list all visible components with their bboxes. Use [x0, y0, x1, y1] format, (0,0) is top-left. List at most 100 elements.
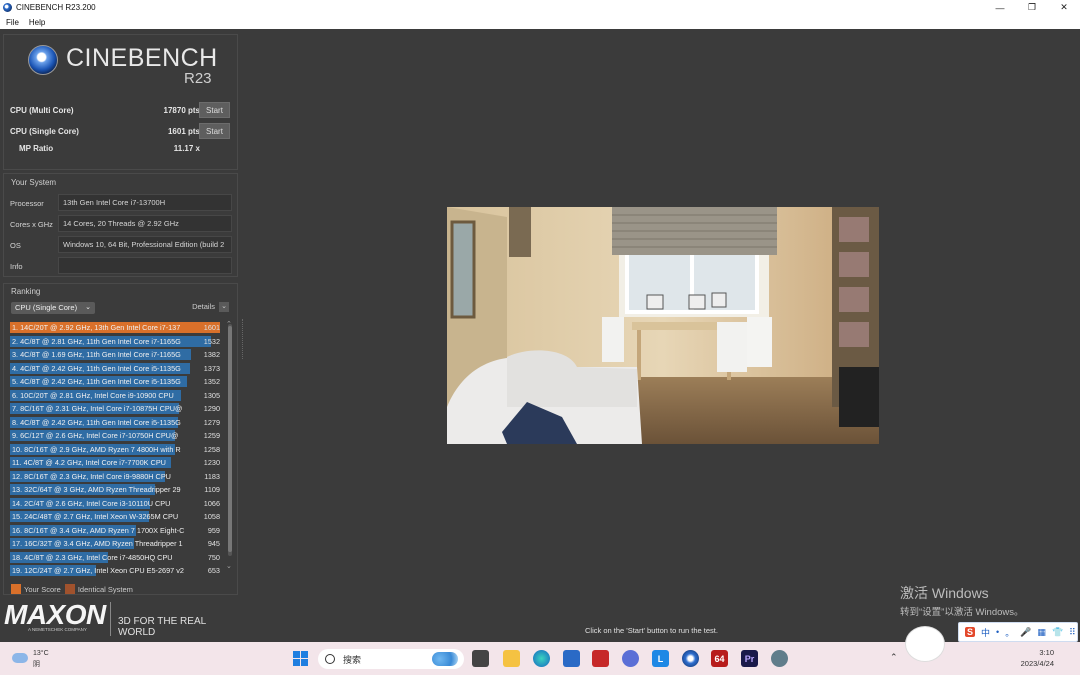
info-field[interactable] [58, 257, 232, 274]
tray-time[interactable]: 3:10 [1039, 648, 1054, 657]
multi-core-label: CPU (Multi Core) [10, 105, 74, 115]
ranking-label: 11. 4C/8T @ 4.2 GHz, Intel Core i7-7700K… [12, 458, 166, 467]
ranking-type-select[interactable]: CPU (Single Core) ⌄ [11, 302, 95, 314]
mp-ratio-row: MP Ratio 11.17 x [10, 139, 236, 157]
ranking-row[interactable]: 12. 8C/16T @ 2.3 GHz, Intel Core i9-9880… [10, 470, 224, 484]
cinebench-taskbar-icon[interactable] [682, 650, 699, 667]
ranking-row[interactable]: 16. 8C/16T @ 3.4 GHz, AMD Ryzen 7 1700X … [10, 524, 224, 538]
tray-date[interactable]: 2023/4/24 [1021, 659, 1054, 668]
close-button[interactable]: ✕ [1048, 0, 1080, 15]
ranking-row[interactable]: 1. 14C/20T @ 2.92 GHz, 13th Gen Intel Co… [10, 321, 224, 335]
ranking-score: 1601 [203, 323, 220, 332]
multi-core-start-button[interactable]: Start [199, 102, 230, 118]
menu-file[interactable]: File [6, 18, 19, 27]
os-field[interactable]: Windows 10, 64 Bit, Professional Edition… [58, 236, 232, 253]
ranking-score: 750 [207, 552, 220, 562]
legend-your-score: Your Score [24, 584, 61, 594]
ranking-row[interactable]: 8. 4C/8T @ 2.42 GHz, 11th Gen Intel Core… [10, 416, 224, 430]
system-row-info: Info [4, 257, 239, 275]
arc-app-icon[interactable] [622, 650, 639, 667]
ranking-select-value: CPU (Single Core) [15, 303, 78, 312]
ranking-row[interactable]: 3. 4C/8T @ 1.69 GHz, 11th Gen Intel Core… [10, 348, 224, 362]
sogou-icon[interactable]: S [965, 627, 976, 637]
aida64-icon[interactable]: 64 [711, 650, 728, 667]
ranking-row[interactable]: 10. 8C/16T @ 2.9 GHz, AMD Ryzen 7 4800H … [10, 443, 224, 457]
ranking-row[interactable]: 17. 16C/32T @ 3.4 GHz, AMD Ryzen Threadr… [10, 537, 224, 551]
ranking-label: 4. 4C/8T @ 2.42 GHz, 11th Gen Intel Core… [12, 363, 181, 373]
ranking-score: 1259 [203, 431, 220, 440]
ranking-label: 18. 4C/8T @ 2.3 GHz, Intel Core i7-4850H… [12, 552, 173, 562]
menu-bar: File Help [0, 15, 1080, 29]
grid-icon[interactable]: ⠿ [1069, 627, 1076, 638]
system-row-processor: Processor 13th Gen Intel Core i7-13700H [4, 194, 239, 212]
watermark-sticker [905, 626, 945, 662]
scrollbar-thumb[interactable] [228, 326, 232, 552]
keyboard-icon[interactable]: ▦ [1037, 627, 1046, 638]
ranking-row[interactable]: 7. 8C/16T @ 2.31 GHz, Intel Core i7-1087… [10, 402, 224, 416]
ime-chinese-mode[interactable]: 中 [981, 626, 990, 639]
ranking-row[interactable]: 11. 4C/8T @ 4.2 GHz, Intel Core i7-7700K… [10, 456, 224, 470]
chevron-up-icon[interactable]: ⌃ [890, 652, 898, 663]
ranking-label: 5. 4C/8T @ 2.42 GHz, 11th Gen Intel Core… [12, 377, 181, 386]
weather-condition: 阴 [33, 661, 40, 668]
menu-help[interactable]: Help [29, 18, 45, 27]
cores-field[interactable]: 14 Cores, 20 Threads @ 2.92 GHz [58, 215, 232, 232]
store-icon[interactable] [563, 650, 580, 667]
ranking-list: 1. 14C/20T @ 2.92 GHz, 13th Gen Intel Co… [10, 321, 224, 578]
details-toggle[interactable]: Details ⌄ [192, 302, 229, 313]
ranking-label: 19. 12C/24T @ 2.7 GHz, Intel Xeon CPU E5… [12, 566, 184, 575]
skin-icon[interactable]: 👕 [1052, 627, 1063, 638]
ranking-row[interactable]: 2. 4C/8T @ 2.81 GHz, 11th Gen Intel Core… [10, 335, 224, 349]
taskbar-search-box[interactable]: 搜索 [318, 649, 464, 669]
task-view-icon[interactable] [472, 650, 489, 667]
ranking-row[interactable]: 14. 2C/4T @ 2.6 GHz, Intel Core i3-10110… [10, 497, 224, 511]
ime-punct[interactable]: 。 [1005, 626, 1014, 639]
ranking-legend: Your Score Identical System [11, 584, 133, 594]
l-app-icon[interactable]: L [652, 650, 669, 667]
system-row-cores: Cores x GHz 14 Cores, 20 Threads @ 2.92 … [4, 215, 239, 233]
ime-dot[interactable]: • [996, 627, 999, 637]
edge-browser-icon[interactable] [533, 650, 550, 667]
details-label: Details [192, 302, 215, 311]
ranking-row[interactable]: 4. 4C/8T @ 2.42 GHz, 11th Gen Intel Core… [10, 362, 224, 376]
processor-field[interactable]: 13th Gen Intel Core i7-13700H [58, 194, 232, 211]
ime-toolbar[interactable]: S 中 • 。 🎤 ▦ 👕 ⠿ [958, 622, 1078, 642]
ranking-label: 3. 4C/8T @ 1.69 GHz, 11th Gen Intel Core… [12, 350, 181, 359]
ranking-label: 13. 32C/64T @ 3 GHz, AMD Ryzen Threadrip… [12, 485, 181, 494]
windows-start-icon[interactable] [292, 650, 309, 667]
ranking-score: 1382 [203, 350, 220, 359]
mcafee-icon[interactable] [592, 650, 609, 667]
ranking-label: 1. 14C/20T @ 2.92 GHz, 13th Gen Intel Co… [12, 323, 181, 332]
ranking-row[interactable]: 9. 6C/12T @ 2.6 GHz, Intel Core i7-10750… [10, 429, 224, 443]
ranking-label: 6. 10C/20T @ 2.81 GHz, Intel Core i9-109… [12, 390, 174, 400]
ranking-label: 8. 4C/8T @ 2.42 GHz, 11th Gen Intel Core… [12, 417, 181, 427]
settings-gear-icon[interactable] [771, 650, 788, 667]
watermark-line2: 转到“设置”以激活 Windows。 [900, 607, 1024, 618]
maxon-slogan: 3D FOR THE REAL WORLD [118, 616, 206, 638]
pane-splitter[interactable] [242, 319, 244, 359]
file-explorer-icon[interactable] [503, 650, 520, 667]
multi-core-score: 17870 pts [163, 105, 200, 115]
ranking-row[interactable]: 15. 24C/48T @ 2.7 GHz, Intel Xeon W-3265… [10, 510, 224, 524]
ranking-row[interactable]: 19. 12C/24T @ 2.7 GHz, Intel Xeon CPU E5… [10, 564, 224, 578]
ranking-row[interactable]: 13. 32C/64T @ 3 GHz, AMD Ryzen Threadrip… [10, 483, 224, 497]
ranking-row[interactable]: 5. 4C/8T @ 2.42 GHz, 11th Gen Intel Core… [10, 375, 224, 389]
microphone-icon[interactable]: 🎤 [1020, 627, 1031, 638]
window-title: CINEBENCH R23.200 [16, 3, 96, 12]
maximize-button[interactable]: ❐ [1016, 0, 1048, 15]
premiere-icon[interactable]: Pr [741, 650, 758, 667]
render-preview-image [447, 207, 879, 444]
ranking-row[interactable]: 6. 10C/20T @ 2.81 GHz, Intel Core i9-109… [10, 389, 224, 403]
ranking-row[interactable]: 18. 4C/8T @ 2.3 GHz, Intel Core i7-4850H… [10, 551, 224, 565]
single-core-start-button[interactable]: Start [199, 123, 230, 139]
multi-core-row: CPU (Multi Core) 17870 pts Start [10, 101, 236, 119]
weather-widget[interactable]: 13°C 阴 [12, 648, 62, 670]
ranking-score: 1109 [204, 485, 220, 494]
scroll-down-icon[interactable]: ⌄ [226, 562, 232, 570]
minimize-button[interactable]: — [984, 0, 1016, 15]
logo-name: CINEBENCH [66, 44, 218, 72]
start-hint-text: Click on the 'Start' button to run the t… [585, 626, 718, 635]
ranking-score: 1230 [203, 458, 220, 467]
ranking-label: 7. 8C/16T @ 2.31 GHz, Intel Core i7-1087… [12, 404, 183, 413]
ranking-scrollbar[interactable] [228, 324, 232, 556]
